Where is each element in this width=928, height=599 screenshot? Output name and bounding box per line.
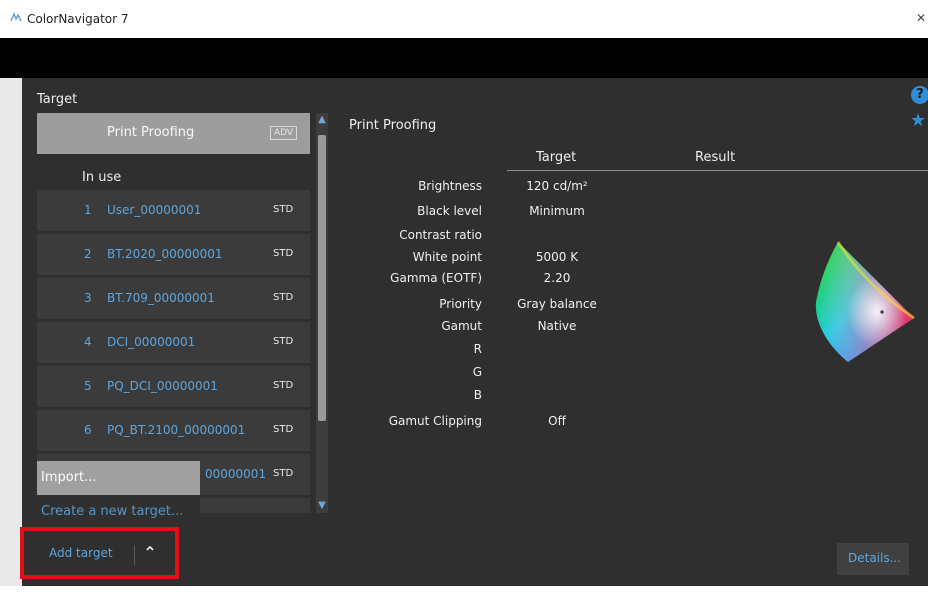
column-header-target: Target — [536, 150, 577, 165]
details-button[interactable]: Details... — [837, 543, 909, 575]
target-item[interactable]: 3 BT.709_00000001 STD — [37, 278, 310, 319]
help-icon[interactable]: ? — [911, 86, 928, 104]
target-item[interactable]: 1 User_00000001 STD — [37, 190, 310, 231]
row-label: Gamma (EOTF) — [390, 271, 482, 285]
target-item-name: BT.709_00000001 — [107, 291, 215, 305]
star-icon[interactable]: ★ — [910, 112, 926, 130]
target-item-number: 1 — [84, 203, 92, 217]
row-target-value: Gray balance — [517, 297, 597, 311]
window-title: ColorNavigator 7 — [27, 12, 129, 26]
target-item-name: PQ_DCI_00000001 — [107, 379, 218, 393]
std-badge: STD — [273, 468, 294, 479]
title-bar: ColorNavigator 7 ✕ — [0, 0, 928, 38]
row-target-value: 120 cd/m² — [526, 179, 588, 193]
target-list: Print Proofing ADV In use 1 User_0000000… — [37, 113, 315, 513]
row-label: G — [472, 365, 482, 379]
bottom-edge — [0, 586, 928, 599]
add-target-menu: Import... Create a new target... — [37, 461, 200, 529]
target-item-name: DCI_00000001 — [107, 335, 196, 349]
adv-badge: ADV — [270, 126, 298, 140]
group-label-in-use: In use — [82, 170, 122, 185]
row-label: Contrast ratio — [399, 228, 482, 242]
target-list-scrollbar[interactable]: ▲ ▼ — [316, 113, 328, 513]
row-label: Priority — [439, 297, 482, 311]
app-logo-icon — [10, 12, 22, 22]
target-item-name: BT.2020_00000001 — [107, 247, 223, 261]
target-item-number: 6 — [84, 423, 92, 437]
target-item-name: 00001 — [205, 511, 243, 513]
highlight-box — [20, 527, 179, 579]
target-item[interactable]: 6 PQ_BT.2100_00000001 STD — [37, 410, 310, 451]
target-item[interactable]: 4 DCI_00000001 STD — [37, 322, 310, 363]
row-label: Gamut Clipping — [388, 414, 482, 428]
target-item-number: 2 — [84, 247, 92, 261]
row-target-value: Native — [537, 319, 577, 333]
row-target-value: Off — [548, 414, 566, 428]
target-item-name: PQ_BT.2100_00000001 — [107, 423, 246, 437]
row-label: R — [473, 342, 482, 356]
detail-title: Print Proofing — [349, 118, 437, 133]
selected-target-label: Print Proofing — [107, 125, 195, 140]
menu-item-import[interactable]: Import... — [37, 461, 200, 495]
column-header-result: Result — [695, 150, 736, 165]
details-button-label: Details... — [848, 551, 902, 565]
close-icon[interactable]: ✕ — [916, 11, 926, 25]
target-item-number: 5 — [84, 379, 92, 393]
gamut-diagram — [815, 241, 915, 362]
target-item-name: User_00000001 — [107, 203, 202, 217]
std-badge: STD — [273, 512, 293, 513]
row-label: Brightness — [418, 179, 482, 193]
menu-item-create-new-target[interactable]: Create a new target... — [37, 495, 200, 529]
row-target-value: 2.20 — [543, 271, 571, 285]
row-label: B — [473, 388, 482, 402]
target-item-number: 4 — [84, 335, 92, 349]
header-divider — [507, 170, 928, 171]
row-label: Black level — [417, 204, 482, 218]
target-item[interactable]: 2 BT.2020_00000001 STD — [37, 234, 310, 275]
target-window: Target ? ★ Print Proofing ADV In use 1 U… — [20, 78, 928, 586]
background-edge — [0, 78, 22, 586]
row-label: White point — [412, 250, 482, 264]
top-toolbar — [0, 38, 928, 78]
row-target-value: 5000 K — [535, 250, 579, 264]
scroll-up-icon[interactable]: ▲ — [316, 113, 328, 127]
target-heading: Target — [37, 92, 78, 107]
row-target-value: Minimum — [529, 204, 585, 218]
target-item[interactable]: 5 PQ_DCI_00000001 STD — [37, 366, 310, 407]
target-item-number: 3 — [84, 291, 92, 305]
scroll-down-icon[interactable]: ▼ — [316, 499, 328, 513]
target-item-selected[interactable]: Print Proofing ADV — [37, 113, 310, 154]
target-item-name: 00000001 — [205, 467, 267, 481]
row-label: Gamut — [441, 319, 482, 333]
